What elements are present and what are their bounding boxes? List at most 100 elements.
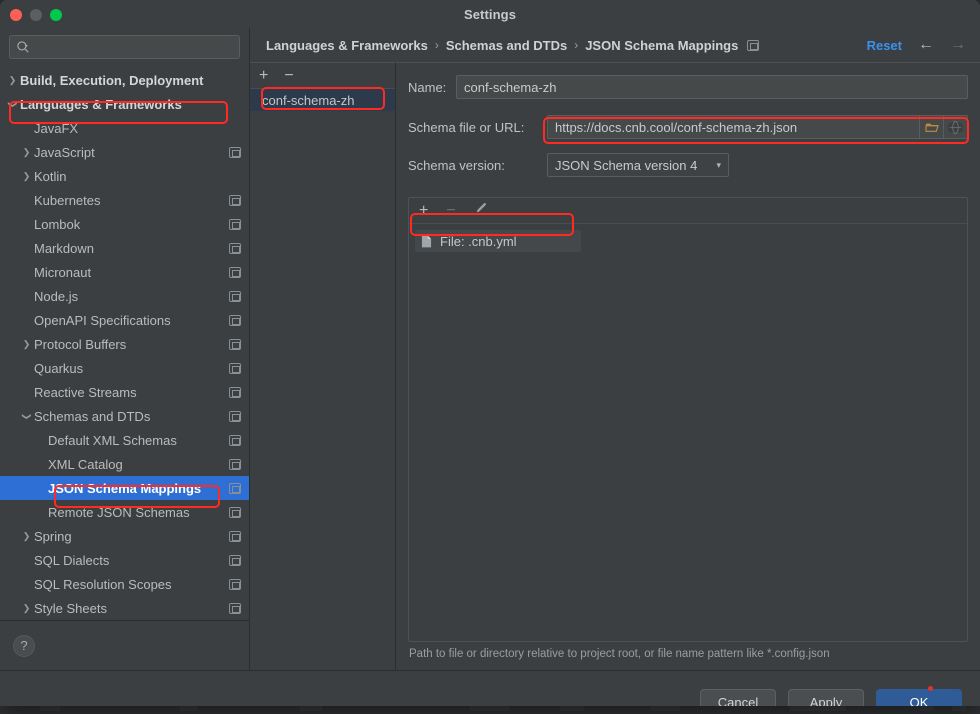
panes: + − conf-schema-zh Name: conf-schema-zh … bbox=[250, 62, 980, 670]
sidebar-item-node-js[interactable]: Node.js bbox=[0, 284, 249, 308]
sidebar-item-remote-json-schemas[interactable]: Remote JSON Schemas bbox=[0, 500, 249, 524]
tree-spacer bbox=[20, 555, 33, 565]
folder-icon[interactable] bbox=[920, 115, 944, 139]
close-window-button[interactable] bbox=[10, 9, 22, 21]
minimize-window-button[interactable] bbox=[30, 9, 42, 21]
sidebar-item-sql-dialects[interactable]: SQL Dialects bbox=[0, 548, 249, 572]
globe-icon[interactable] bbox=[944, 115, 968, 139]
help-bar: ? bbox=[0, 620, 249, 670]
sidebar-item-label: SQL Resolution Scopes bbox=[34, 577, 223, 592]
schema-list-item[interactable]: conf-schema-zh bbox=[250, 89, 395, 111]
chevron-right-icon[interactable]: ❯ bbox=[6, 75, 19, 86]
sidebar-item-javafx[interactable]: JavaFX bbox=[0, 116, 249, 140]
settings-search-input[interactable] bbox=[9, 35, 240, 59]
remove-schema-button[interactable]: − bbox=[284, 68, 293, 84]
sidebar-item-javascript[interactable]: ❯JavaScript bbox=[0, 140, 249, 164]
pencil-icon[interactable] bbox=[474, 201, 488, 220]
file-mapping-label: File: .cnb.yml bbox=[440, 234, 517, 249]
schema-version-select[interactable]: JSON Schema version 4 ▾ bbox=[547, 153, 729, 177]
chevron-down-icon[interactable]: ❯ bbox=[7, 98, 18, 111]
apply-button[interactable]: Apply bbox=[788, 689, 864, 707]
sidebar-item-label: Schemas and DTDs bbox=[34, 409, 223, 424]
file-mappings-toolbar: + − bbox=[409, 198, 967, 224]
schema-list-column: + − conf-schema-zh bbox=[250, 62, 396, 670]
sidebar-item-kotlin[interactable]: ❯Kotlin bbox=[0, 164, 249, 188]
sidebar-item-openapi-specifications[interactable]: OpenAPI Specifications bbox=[0, 308, 249, 332]
add-mapping-button[interactable]: + bbox=[419, 203, 428, 219]
module-icon bbox=[229, 363, 241, 374]
help-button[interactable]: ? bbox=[13, 635, 35, 657]
file-icon bbox=[421, 235, 432, 248]
file-mappings-panel: + − File: .cnb.yml bbox=[408, 197, 968, 642]
sidebar-item-quarkus[interactable]: Quarkus bbox=[0, 356, 249, 380]
module-icon bbox=[229, 579, 241, 590]
forward-arrow-icon[interactable]: → bbox=[950, 37, 966, 53]
module-icon bbox=[229, 195, 241, 206]
chevron-right-icon[interactable]: ❯ bbox=[20, 603, 33, 614]
schema-list-toolbar: + − bbox=[250, 63, 395, 89]
breadcrumb-item-0[interactable]: Languages & Frameworks bbox=[266, 38, 428, 53]
dialog-body: ❯Build, Execution, Deployment❯Languages … bbox=[0, 28, 980, 670]
schema-url-input[interactable]: https://docs.cnb.cool/conf-schema-zh.jso… bbox=[547, 115, 920, 139]
add-schema-button[interactable]: + bbox=[259, 68, 268, 84]
reset-link[interactable]: Reset bbox=[867, 38, 902, 53]
schema-url-row: Schema file or URL: https://docs.cnb.coo… bbox=[396, 115, 980, 139]
schema-list[interactable]: conf-schema-zh bbox=[250, 89, 395, 670]
breadcrumb-item-2: JSON Schema Mappings bbox=[585, 38, 738, 53]
file-mappings-list[interactable]: File: .cnb.yml bbox=[409, 224, 967, 641]
chevron-right-icon[interactable]: ❯ bbox=[20, 531, 33, 542]
sidebar-item-label: Spring bbox=[34, 529, 223, 544]
sidebar-item-label: JavaScript bbox=[34, 145, 223, 160]
sidebar-item-protocol-buffers[interactable]: ❯Protocol Buffers bbox=[0, 332, 249, 356]
name-input[interactable]: conf-schema-zh bbox=[456, 75, 968, 99]
remove-mapping-button[interactable]: − bbox=[446, 203, 455, 219]
chevron-down-icon[interactable]: ❯ bbox=[21, 410, 32, 423]
cancel-button[interactable]: Cancel bbox=[700, 689, 776, 707]
chevron-right-icon[interactable]: ❯ bbox=[20, 339, 33, 350]
sidebar-item-micronaut[interactable]: Micronaut bbox=[0, 260, 249, 284]
sidebar-item-markdown[interactable]: Markdown bbox=[0, 236, 249, 260]
module-icon bbox=[229, 435, 241, 446]
sidebar-item-style-sheets[interactable]: ❯Style Sheets bbox=[0, 596, 249, 620]
ok-button[interactable]: OK bbox=[876, 689, 962, 707]
sidebar-item-xml-catalog[interactable]: XML Catalog bbox=[0, 452, 249, 476]
schema-version-value: JSON Schema version 4 bbox=[555, 158, 697, 173]
sidebar-item-build-execution-deployment[interactable]: ❯Build, Execution, Deployment bbox=[0, 68, 249, 92]
sidebar-item-label: Node.js bbox=[34, 289, 223, 304]
schema-version-label: Schema version: bbox=[408, 158, 547, 173]
tree-spacer bbox=[34, 483, 47, 493]
dialog-titlebar: Settings bbox=[0, 0, 980, 28]
back-arrow-icon[interactable]: ← bbox=[918, 37, 934, 53]
tree-spacer bbox=[20, 123, 33, 133]
sidebar-item-label: XML Catalog bbox=[48, 457, 223, 472]
settings-dialog: Settings ❯Build, Execution, Deployment❯L… bbox=[0, 0, 980, 706]
file-mapping-item[interactable]: File: .cnb.yml bbox=[415, 230, 581, 252]
tree-spacer bbox=[34, 507, 47, 517]
sidebar-item-default-xml-schemas[interactable]: Default XML Schemas bbox=[0, 428, 249, 452]
breadcrumb-separator: › bbox=[435, 38, 439, 52]
tree-spacer bbox=[20, 579, 33, 589]
chevron-right-icon[interactable]: ❯ bbox=[20, 171, 33, 182]
module-icon bbox=[229, 459, 241, 470]
breadcrumb-item-1[interactable]: Schemas and DTDs bbox=[446, 38, 567, 53]
sidebar-item-languages-frameworks[interactable]: ❯Languages & Frameworks bbox=[0, 92, 249, 116]
sidebar-item-sql-resolution-scopes[interactable]: SQL Resolution Scopes bbox=[0, 572, 249, 596]
settings-tree[interactable]: ❯Build, Execution, Deployment❯Languages … bbox=[0, 67, 249, 620]
sidebar-item-kubernetes[interactable]: Kubernetes bbox=[0, 188, 249, 212]
chevron-right-icon[interactable]: ❯ bbox=[20, 147, 33, 158]
module-icon bbox=[229, 531, 241, 542]
sidebar-item-schemas-and-dtds[interactable]: ❯Schemas and DTDs bbox=[0, 404, 249, 428]
sidebar-item-label: JSON Schema Mappings bbox=[48, 481, 223, 496]
window-controls[interactable] bbox=[10, 9, 62, 21]
sidebar-item-reactive-streams[interactable]: Reactive Streams bbox=[0, 380, 249, 404]
sidebar-item-json-schema-mappings[interactable]: JSON Schema Mappings bbox=[0, 476, 249, 500]
sidebar-item-spring[interactable]: ❯Spring bbox=[0, 524, 249, 548]
sidebar-item-label: Style Sheets bbox=[34, 601, 223, 616]
module-icon bbox=[229, 291, 241, 302]
mouse-cursor bbox=[928, 686, 933, 691]
tree-spacer bbox=[20, 315, 33, 325]
maximize-window-button[interactable] bbox=[50, 9, 62, 21]
module-icon bbox=[229, 555, 241, 566]
sidebar-item-lombok[interactable]: Lombok bbox=[0, 212, 249, 236]
globe-icon-glyph bbox=[948, 120, 963, 135]
